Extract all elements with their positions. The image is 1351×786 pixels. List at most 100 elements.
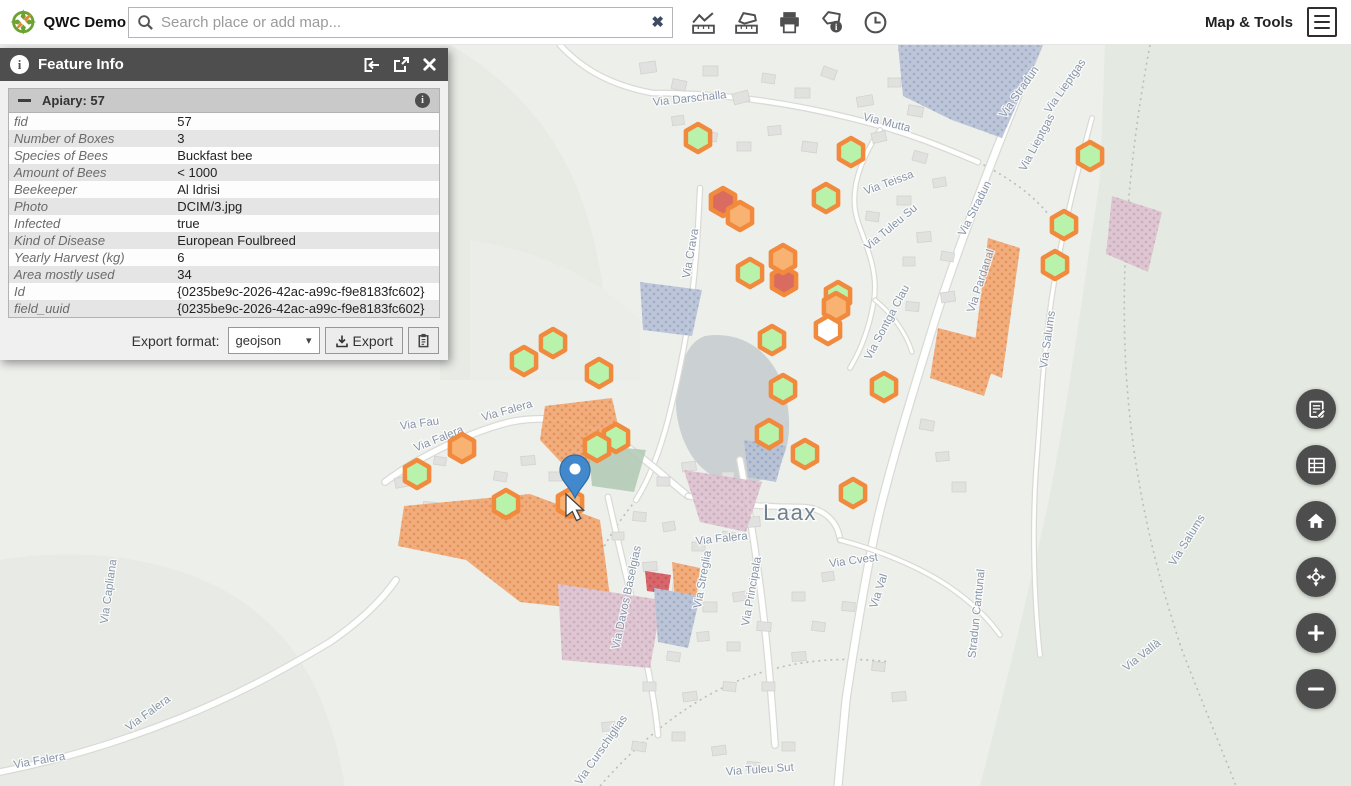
close-icon bbox=[421, 56, 438, 73]
apiary-area-blue[interactable] bbox=[640, 282, 702, 336]
attribute-row: Amount of Bees< 1000 bbox=[9, 164, 440, 181]
measure-tool-button[interactable] bbox=[685, 4, 721, 40]
attribute-label: Id bbox=[9, 283, 173, 300]
measure-icon bbox=[690, 9, 717, 36]
attribute-label: Infected bbox=[9, 215, 173, 232]
attribute-label: Yearly Harvest (kg) bbox=[9, 249, 173, 266]
app-logo[interactable]: QWC Demo bbox=[10, 8, 126, 36]
apiary-hexagon-marker-green[interactable] bbox=[1052, 211, 1076, 239]
attribute-row: BeekeeperAl Idrisi bbox=[9, 181, 440, 198]
sketch-measure-icon bbox=[733, 9, 760, 36]
qwc-compass-logo-icon bbox=[10, 8, 37, 36]
apiary-hexagon-marker-green[interactable] bbox=[839, 138, 863, 166]
svg-text:i: i bbox=[834, 22, 837, 32]
attribute-value: < 1000 bbox=[172, 164, 439, 181]
attribute-row: fid57 bbox=[9, 113, 440, 131]
info-icon: i bbox=[10, 55, 29, 74]
dock-left-icon bbox=[362, 56, 381, 74]
apiary-hexagon-marker-green[interactable] bbox=[841, 479, 865, 507]
attribute-label: Species of Bees bbox=[9, 147, 173, 164]
attribute-label: Beekeeper bbox=[9, 181, 173, 198]
detach-window-button[interactable] bbox=[392, 56, 410, 74]
clock-icon bbox=[862, 9, 889, 36]
apiary-hexagon-marker-green[interactable] bbox=[738, 259, 762, 287]
home-icon bbox=[1305, 510, 1327, 532]
report-button[interactable] bbox=[1296, 389, 1336, 429]
locate-button[interactable] bbox=[1296, 557, 1336, 597]
attribute-value: 34 bbox=[172, 266, 439, 283]
apiary-hexagon-marker-green[interactable] bbox=[793, 440, 817, 468]
apiary-hexagon-marker-green[interactable] bbox=[585, 433, 609, 461]
attribute-row: Kind of DiseaseEuropean Foulbreed bbox=[9, 232, 440, 249]
search-bar[interactable]: ✖ bbox=[128, 7, 673, 38]
print-tool-button[interactable] bbox=[771, 4, 807, 40]
apiary-hexagon-marker-green[interactable] bbox=[405, 460, 429, 488]
apiary-hexagon-marker-green[interactable] bbox=[757, 420, 781, 448]
apiary-hexagon-marker-green[interactable] bbox=[512, 347, 536, 375]
apiary-hexagon-marker-green[interactable] bbox=[587, 359, 611, 387]
attribute-label: Area mostly used bbox=[9, 266, 173, 283]
plus-icon bbox=[1305, 622, 1327, 644]
collapse-icon[interactable] bbox=[18, 99, 31, 103]
attribute-label: fid bbox=[9, 113, 173, 131]
search-input[interactable] bbox=[161, 14, 644, 31]
attribute-label: Kind of Disease bbox=[9, 232, 173, 249]
attribute-value: European Foulbreed bbox=[172, 232, 439, 249]
apiary-hexagon-marker-green[interactable] bbox=[686, 124, 710, 152]
feature-section-title: Apiary: 57 bbox=[42, 93, 404, 108]
home-button[interactable] bbox=[1296, 501, 1336, 541]
report-document-icon bbox=[1306, 399, 1327, 420]
apiary-hexagon-marker-white[interactable] bbox=[816, 316, 840, 344]
attribute-label: Photo bbox=[9, 198, 173, 215]
export-button[interactable]: Export bbox=[325, 327, 403, 354]
apiary-hexagon-marker-green[interactable] bbox=[494, 490, 518, 518]
attribute-row: Area mostly used34 bbox=[9, 266, 440, 283]
apiary-hexagon-marker-orange[interactable] bbox=[450, 434, 474, 462]
apiary-hexagon-marker-green[interactable] bbox=[1043, 251, 1067, 279]
search-icon bbox=[137, 14, 154, 31]
export-row: Export format: geojson ▾ Export bbox=[8, 327, 440, 354]
attribute-value: {0235be9c-2026-42ac-a99c-f9e8183fc602} bbox=[172, 300, 439, 318]
dock-window-button[interactable] bbox=[362, 56, 381, 74]
attribute-row: Species of BeesBuckfast bee bbox=[9, 147, 440, 164]
copy-to-clipboard-button[interactable] bbox=[408, 327, 439, 354]
print-icon bbox=[776, 9, 803, 36]
attribute-value: DCIM/3.jpg bbox=[172, 198, 439, 215]
attribute-value: Al Idrisi bbox=[172, 181, 439, 198]
attribute-row: Id{0235be9c-2026-42ac-a99c-f9e8183fc602} bbox=[9, 283, 440, 300]
feature-section-header[interactable]: Apiary: 57 i bbox=[8, 88, 440, 112]
close-window-button[interactable] bbox=[421, 56, 438, 73]
attribute-table-button[interactable] bbox=[1296, 445, 1336, 485]
feature-info-body: Apiary: 57 i fid57Number of Boxes3Specie… bbox=[0, 81, 448, 360]
apiary-hexagon-marker-green[interactable] bbox=[760, 326, 784, 354]
zoom-in-button[interactable] bbox=[1296, 613, 1336, 653]
apiary-hexagon-marker-green[interactable] bbox=[814, 184, 838, 212]
export-format-select[interactable]: geojson ▾ bbox=[228, 327, 320, 354]
time-manager-tool-button[interactable] bbox=[857, 4, 893, 40]
feature-zoom-info-icon[interactable]: i bbox=[415, 93, 430, 108]
apiary-hexagon-marker-green[interactable] bbox=[1078, 142, 1102, 170]
apiary-hexagon-marker-green[interactable] bbox=[541, 329, 565, 357]
sketch-measure-tool-button[interactable] bbox=[728, 4, 764, 40]
feature-info-title: Feature Info bbox=[38, 56, 353, 73]
menu-label: Map & Tools bbox=[1205, 14, 1293, 31]
attribute-value: Buckfast bee bbox=[172, 147, 439, 164]
apiary-hexagon-marker-orange[interactable] bbox=[771, 245, 795, 273]
apiary-hexagon-marker-green[interactable] bbox=[771, 375, 795, 403]
toolbar: i bbox=[685, 4, 893, 40]
map-tools-menu-button[interactable] bbox=[1307, 7, 1337, 37]
identify-region-tool-button[interactable]: i bbox=[814, 4, 850, 40]
attribute-label: field_uuid bbox=[9, 300, 173, 318]
zoom-out-button[interactable] bbox=[1296, 669, 1336, 709]
search-clear-button[interactable]: ✖ bbox=[651, 13, 664, 31]
download-icon bbox=[335, 334, 349, 348]
locate-crosshair-icon bbox=[1305, 566, 1327, 588]
apiary-hexagon-marker-green[interactable] bbox=[872, 373, 896, 401]
feature-info-window: i Feature Info bbox=[0, 48, 448, 360]
apiary-hexagon-marker-orange[interactable] bbox=[728, 202, 752, 230]
feature-info-titlebar[interactable]: i Feature Info bbox=[0, 48, 448, 81]
attribute-row: PhotoDCIM/3.jpg bbox=[9, 198, 440, 215]
minus-icon bbox=[1305, 678, 1327, 700]
chevron-down-icon: ▾ bbox=[306, 334, 312, 347]
attribute-row: Infectedtrue bbox=[9, 215, 440, 232]
